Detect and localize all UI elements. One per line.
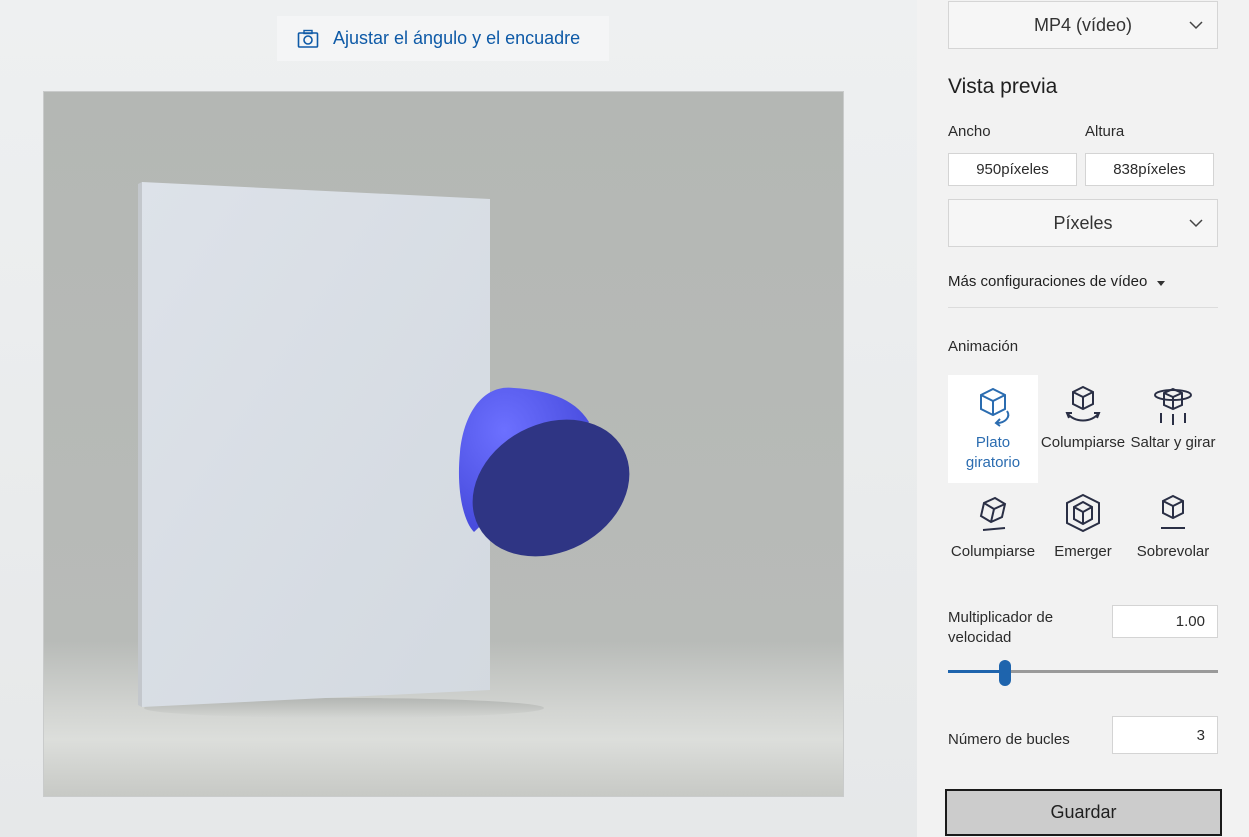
format-dropdown-value: MP4 (vídeo) bbox=[1033, 14, 1133, 35]
more-video-settings-label: Más configuraciones de vídeo bbox=[948, 273, 1148, 290]
speed-field-value: 1.00 bbox=[1175, 613, 1205, 630]
camera-icon bbox=[297, 29, 319, 48]
divider bbox=[948, 307, 1218, 308]
animation-label: Plato giratorio bbox=[965, 434, 1021, 471]
jump-turn-icon bbox=[1154, 387, 1192, 425]
loops-field[interactable]: 3 bbox=[1112, 716, 1218, 754]
loops-label: Número de bucles bbox=[948, 731, 1070, 748]
animation-label: Sobrevolar bbox=[1136, 543, 1210, 560]
loops-field-value: 3 bbox=[1196, 726, 1205, 744]
height-label: Altura bbox=[1085, 123, 1125, 140]
emerge-icon bbox=[1066, 493, 1100, 533]
animation-label: Saltar y girar bbox=[1130, 434, 1216, 451]
more-video-settings-toggle[interactable]: Más configuraciones de vídeo bbox=[948, 273, 1166, 290]
units-dropdown-value: Píxeles bbox=[1053, 212, 1113, 233]
adjust-angle-button[interactable]: Ajustar el ángulo y el encuadre bbox=[277, 16, 609, 61]
settings-panel: MP4 (vídeo) Vista previa Ancho Altura 95… bbox=[917, 0, 1249, 837]
height-field[interactable]: 838píxeles bbox=[1085, 153, 1214, 186]
slider-fill bbox=[948, 670, 1005, 673]
speed-field[interactable]: 1.00 bbox=[1112, 605, 1218, 638]
animation-label: Columpiarse bbox=[1040, 434, 1126, 451]
float-icon bbox=[1161, 494, 1185, 529]
save-button-label: Guardar bbox=[1050, 802, 1117, 822]
format-dropdown[interactable]: MP4 (vídeo) bbox=[948, 1, 1218, 49]
width-field-value: 950píxeles bbox=[976, 161, 1049, 178]
save-button[interactable]: Guardar bbox=[945, 789, 1222, 836]
animation-title: Animación bbox=[948, 338, 1019, 355]
wobble-icon bbox=[979, 496, 1007, 531]
canvas-area: Ajustar el ángulo y el encuadre bbox=[0, 0, 917, 837]
animation-label: Columpiarse bbox=[950, 543, 1036, 560]
caret-down-icon bbox=[1157, 280, 1166, 286]
animation-float[interactable]: Sobrevolar bbox=[1128, 484, 1218, 592]
3d-viewport[interactable] bbox=[43, 91, 844, 797]
height-field-value: 838píxeles bbox=[1113, 161, 1186, 178]
chevron-down-icon bbox=[1189, 21, 1203, 30]
units-dropdown[interactable]: Píxeles bbox=[948, 199, 1218, 247]
animation-jump-turn[interactable]: Saltar y girar bbox=[1128, 375, 1218, 483]
animation-label: Emerger bbox=[1054, 543, 1112, 560]
3d-panel-plane bbox=[142, 182, 490, 707]
turntable-icon bbox=[980, 387, 1010, 427]
preview-title: Vista previa bbox=[948, 75, 1058, 98]
animation-emerge[interactable]: Emerger bbox=[1038, 484, 1128, 592]
speed-slider[interactable] bbox=[948, 660, 1218, 686]
swing-icon bbox=[1065, 385, 1101, 422]
animation-wobble[interactable]: Columpiarse bbox=[948, 484, 1038, 592]
chevron-down-icon bbox=[1189, 219, 1203, 228]
animation-swing[interactable]: Columpiarse bbox=[1038, 375, 1128, 483]
adjust-angle-label: Ajustar el ángulo y el encuadre bbox=[333, 28, 581, 48]
width-label: Ancho bbox=[948, 123, 991, 140]
animation-turntable[interactable]: Plato giratorio bbox=[948, 375, 1038, 483]
slider-thumb[interactable] bbox=[999, 660, 1011, 686]
width-field[interactable]: 950píxeles bbox=[948, 153, 1077, 186]
speed-label: Multiplicador de velocidad bbox=[948, 609, 1054, 646]
